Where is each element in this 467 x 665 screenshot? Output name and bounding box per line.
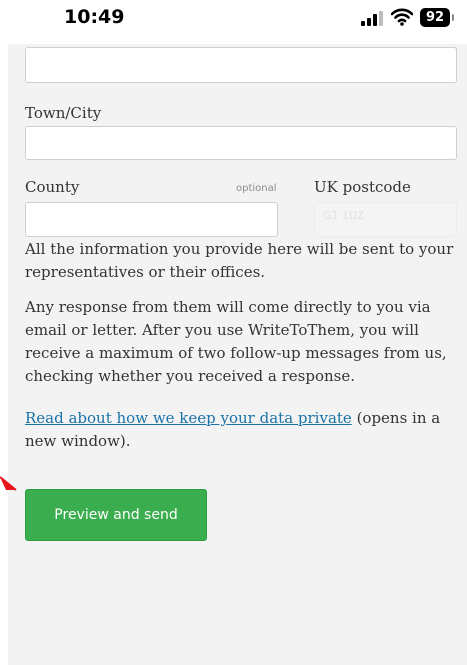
county-input[interactable] [25, 202, 278, 237]
info-paragraph: All the information you provide here wil… [25, 240, 454, 281]
wifi-icon [391, 8, 413, 26]
response-paragraph: Any response from them will come directl… [25, 298, 447, 385]
status-bar: 10:49 92 [0, 0, 467, 44]
status-time: 10:49 [64, 6, 125, 28]
postcode-input[interactable]: G1 1UZ [314, 202, 457, 237]
preview-and-send-button[interactable]: Preview and send [25, 489, 207, 541]
privacy-paragraph: Read about how we keep your data private… [25, 407, 460, 453]
town-label: Town/City [25, 104, 102, 122]
county-optional-tag: optional [236, 183, 277, 194]
county-label: County [25, 178, 80, 196]
battery-icon: 92 [420, 8, 454, 27]
address-line-input[interactable] [25, 47, 457, 83]
postcode-label: UK postcode [314, 178, 411, 196]
privacy-link[interactable]: Read about how we keep your data private [25, 409, 352, 427]
town-input[interactable] [25, 126, 457, 160]
signal-icon [361, 10, 383, 26]
annotation-arrow-icon [0, 476, 17, 491]
